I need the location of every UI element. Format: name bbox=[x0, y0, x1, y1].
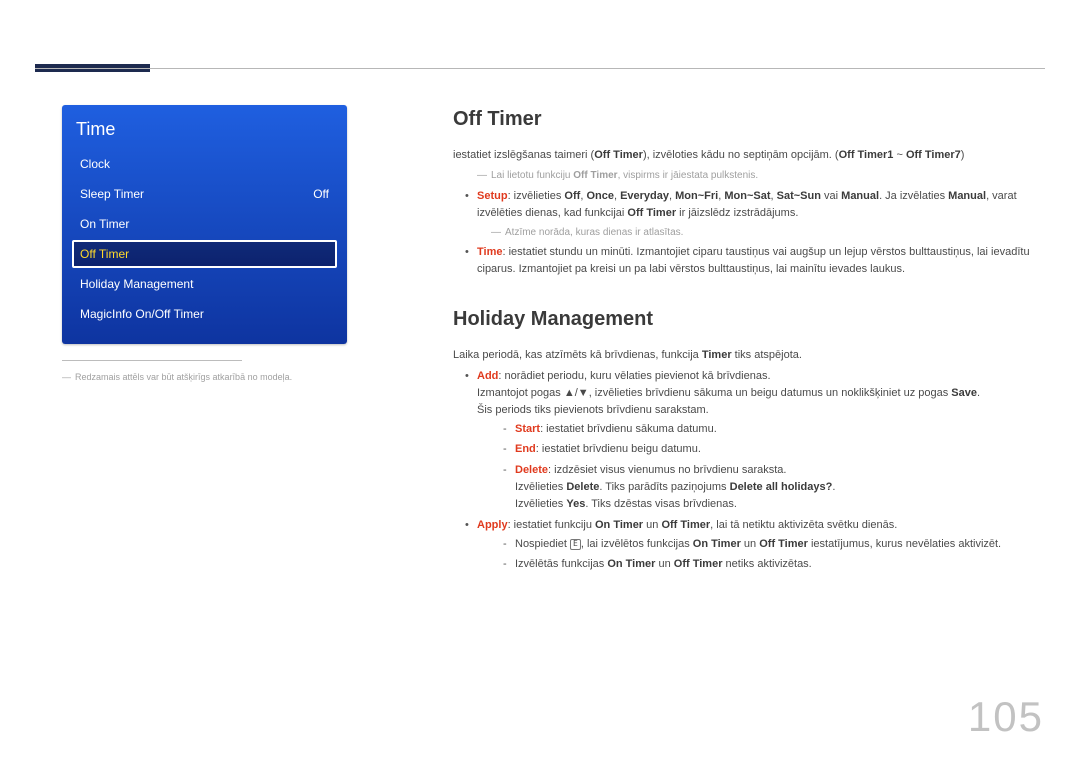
heading-holiday-management: Holiday Management bbox=[453, 304, 1032, 335]
footnote-rule bbox=[62, 360, 242, 361]
enter-button-icon: E bbox=[570, 539, 581, 550]
heading-off-timer: Off Timer bbox=[453, 104, 1032, 135]
setup-note: ―Atzīme norāda, kuras dienas ir atlasīta… bbox=[477, 225, 1032, 241]
menu-item-label: MagicInfo On/Off Timer bbox=[80, 307, 204, 321]
off-timer-note: ―Lai lietotu funkciju Off Timer, vispirm… bbox=[453, 168, 1032, 184]
time-bullet: Time: iestatiet stundu un minūti. Izmant… bbox=[477, 244, 1032, 278]
footnote-text: ―Redzamais attēls var būt atšķirīgs atka… bbox=[62, 371, 322, 384]
holiday-bullets: Add: norādiet periodu, kuru vēlaties pie… bbox=[453, 368, 1032, 573]
menu-item-label: On Timer bbox=[80, 217, 129, 231]
off-timer-intro: iestatiet izslēgšanas taimeri (Off Timer… bbox=[453, 147, 1032, 164]
menu-item-magicinfo-timer[interactable]: MagicInfo On/Off Timer bbox=[72, 300, 337, 328]
apply-bullet: Apply: iestatiet funkciju On Timer un Of… bbox=[477, 517, 1032, 573]
apply-dash-2: Izvēlētās funkcijas On Timer un Off Time… bbox=[515, 556, 1032, 573]
menu-item-label: Off Timer bbox=[80, 247, 129, 261]
dash-icon: ― bbox=[62, 372, 71, 382]
menu-item-value: Off bbox=[313, 187, 329, 201]
holiday-intro: Laika periodā, kas atzīmēts kā brīvdiena… bbox=[453, 347, 1032, 364]
menu-item-label: Sleep Timer bbox=[80, 187, 144, 201]
delete-dash: Delete: izdzēsiet visus vienumus no brīv… bbox=[515, 462, 1032, 513]
menu-item-off-timer[interactable]: Off Timer bbox=[72, 240, 337, 268]
menu-item-label: Clock bbox=[80, 157, 110, 171]
add-sublist: Start: iestatiet brīvdienu sākuma datumu… bbox=[477, 421, 1032, 512]
start-dash: Start: iestatiet brīvdienu sākuma datumu… bbox=[515, 421, 1032, 438]
menu-item-holiday-management[interactable]: Holiday Management bbox=[72, 270, 337, 298]
add-line2: Izmantojot pogas ▲/▼, izvēlieties brīvdi… bbox=[477, 385, 1032, 402]
menu-item-clock[interactable]: Clock bbox=[72, 150, 337, 178]
add-line3: Šis periods tiks pievienots brīvdienu sa… bbox=[477, 402, 1032, 419]
main-content: Off Timer iestatiet izslēgšanas taimeri … bbox=[453, 104, 1032, 579]
menu-item-label: Holiday Management bbox=[80, 277, 193, 291]
page-number: 105 bbox=[968, 693, 1044, 741]
add-bullet: Add: norādiet periodu, kuru vēlaties pie… bbox=[477, 368, 1032, 512]
off-timer-bullets: Setup: izvēlieties Off, Once, Everyday, … bbox=[453, 188, 1032, 279]
menu-item-sleep-timer[interactable]: Sleep Timer Off bbox=[72, 180, 337, 208]
dash-icon: ― bbox=[477, 170, 487, 181]
apply-sublist: Nospiediet E, lai izvēlētos funkcijas On… bbox=[477, 536, 1032, 573]
header-rule bbox=[35, 68, 1045, 69]
apply-dash-1: Nospiediet E, lai izvēlētos funkcijas On… bbox=[515, 536, 1032, 553]
up-down-arrow-icon: ▲/▼ bbox=[564, 387, 589, 399]
menu-title: Time bbox=[76, 119, 333, 140]
time-menu-panel: Time Clock Sleep Timer Off On Timer Off … bbox=[62, 105, 347, 344]
delete-line2: Izvēlieties Delete. Tiks parādīts paziņo… bbox=[515, 479, 1032, 496]
setup-bullet: Setup: izvēlieties Off, Once, Everyday, … bbox=[477, 188, 1032, 241]
dash-icon: ― bbox=[491, 227, 501, 238]
end-dash: End: iestatiet brīvdienu beigu datumu. bbox=[515, 441, 1032, 458]
delete-line3: Izvēlieties Yes. Tiks dzēstas visas brīv… bbox=[515, 496, 1032, 513]
left-footnote-area: ―Redzamais attēls var būt atšķirīgs atka… bbox=[62, 360, 322, 384]
menu-item-on-timer[interactable]: On Timer bbox=[72, 210, 337, 238]
